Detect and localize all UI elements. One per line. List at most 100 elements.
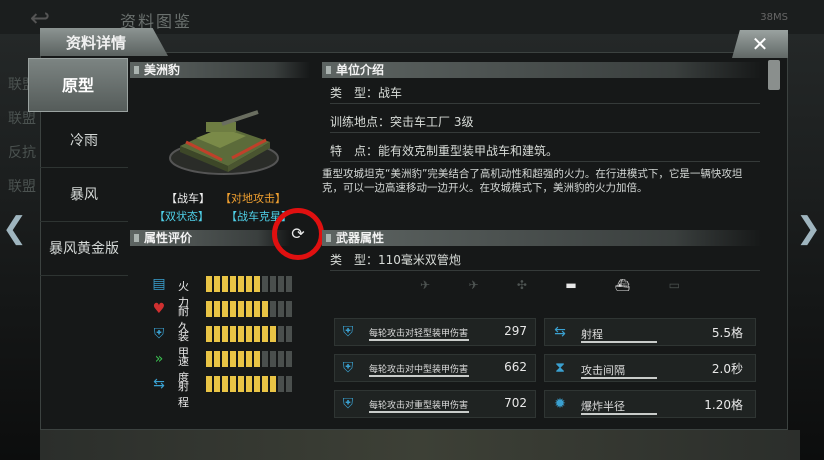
- stat-segment: [246, 326, 252, 342]
- next-arrow-icon[interactable]: ❯: [796, 214, 821, 244]
- damage-value: 297: [504, 324, 527, 338]
- stat-segment: [262, 276, 268, 292]
- stat-segment: [262, 326, 268, 342]
- stat-segment: [206, 301, 212, 317]
- intro-type-value: 战车: [378, 86, 403, 100]
- stat-segment: [214, 351, 220, 367]
- unit-name: 美洲豹: [130, 62, 310, 78]
- stat-bar: [206, 301, 292, 317]
- stat-segment: [238, 351, 244, 367]
- tab-storm[interactable]: 暴风: [40, 168, 128, 222]
- armor-icon: ⛨: [153, 326, 165, 342]
- stat-segment: [230, 376, 236, 392]
- stat-segment: [286, 301, 292, 317]
- damage-value: 702: [504, 396, 527, 410]
- stat-segment: [230, 301, 236, 317]
- weapon-prop-row: ⇆ 射程 5.5格: [544, 318, 756, 346]
- rotate-icon: ⟳: [291, 224, 305, 243]
- weapon-prop-value: 2.0秒: [711, 362, 743, 376]
- stat-segment: [214, 376, 220, 392]
- weapon-type: 类 型：110毫米双管炮: [330, 249, 760, 271]
- label-underline: [581, 341, 657, 343]
- tab-prototype[interactable]: 原型: [28, 58, 128, 112]
- explosion-icon: ✹: [554, 396, 566, 412]
- stat-segment: [270, 326, 276, 342]
- stat-segment: [222, 351, 228, 367]
- range-icon: ⇆: [153, 376, 165, 392]
- stat-segment: [222, 376, 228, 392]
- weapon-type-label: 类 型：: [330, 253, 379, 267]
- target-types: ✈ ✈ ✣ ▬ ⛴ ▭: [420, 278, 680, 294]
- damage-label: 每轮攻击对中型装甲伤害: [369, 365, 469, 375]
- stat-segment: [246, 301, 252, 317]
- stat-segment: [246, 376, 252, 392]
- stat-segment: [238, 301, 244, 317]
- stat-segment: [278, 301, 284, 317]
- latency-status: 38MS: [760, 12, 788, 23]
- unit-tag: 【双状态】: [154, 210, 209, 223]
- tab-cold-rain[interactable]: 冷雨: [40, 114, 128, 168]
- weapon-prop-value: 1.20格: [704, 398, 743, 412]
- rating-header: 属性评价: [130, 230, 290, 246]
- stat-segment: [270, 351, 276, 367]
- aircraft-icon: ✈: [420, 278, 431, 292]
- stat-segment: [286, 326, 292, 342]
- damage-value: 662: [504, 360, 527, 374]
- stat-segment: [206, 351, 212, 367]
- unit-tag: 【对地攻击】: [220, 192, 286, 205]
- jet-icon: ✈: [468, 278, 479, 292]
- range-icon: ⇆: [554, 324, 566, 340]
- stat-bar: [206, 351, 292, 367]
- stat-segment: [214, 301, 220, 317]
- stat-segment: [270, 376, 276, 392]
- variant-tabs: 原型 冷雨 暴风 暴风黄金版: [28, 58, 128, 398]
- stat-bar: [206, 326, 292, 342]
- intro-header: 单位介绍: [322, 62, 762, 78]
- intro-description: 重型攻城坦克“美洲豹”完美结合了高机动性和超强的火力。在行进模式下，它是一辆快攻…: [322, 168, 743, 194]
- intro-type: 类 型：战车: [330, 82, 760, 104]
- weapon-prop-row: ✹ 爆炸半径 1.20格: [544, 390, 756, 418]
- stat-segment: [286, 376, 292, 392]
- armor-damage-icon: ⛨: [342, 396, 354, 412]
- stat-segment: [206, 326, 212, 342]
- unit-tag: 【战车】: [166, 192, 210, 205]
- stat-segment: [222, 276, 228, 292]
- intro-feature-value: 能有效克制重型装甲战车和建筑。: [378, 144, 559, 158]
- background-unit-strip: [40, 430, 800, 460]
- damage-label: 每轮攻击对轻型装甲伤害: [369, 329, 469, 339]
- stat-segment: [254, 301, 260, 317]
- stat-segment: [278, 376, 284, 392]
- back-icon: ↩: [30, 4, 51, 32]
- stat-segment: [262, 301, 268, 317]
- weapon-prop-value: 5.5格: [711, 326, 743, 340]
- label-underline: [581, 377, 657, 379]
- stat-segment: [238, 276, 244, 292]
- stat-segment: [238, 326, 244, 342]
- stat-segment: [214, 326, 220, 342]
- stat-segment: [222, 326, 228, 342]
- stat-segment: [254, 326, 260, 342]
- label-underline: [369, 375, 469, 377]
- intro-training-value: 突击车工厂 3级: [390, 115, 474, 129]
- rotate-model-button[interactable]: ⟳: [272, 208, 324, 260]
- stat-segment: [270, 276, 276, 292]
- weapon-prop-row: ⧗ 攻击间隔 2.0秒: [544, 354, 756, 382]
- helicopter-icon: ✣: [516, 278, 527, 292]
- dialog-title: 资料详情: [40, 28, 168, 56]
- prev-arrow-icon[interactable]: ❮: [2, 214, 27, 244]
- unit-model-image: [169, 110, 279, 175]
- stat-segment: [278, 326, 284, 342]
- tab-storm-gold[interactable]: 暴风黄金版: [40, 222, 128, 276]
- stat-bar: [206, 376, 292, 392]
- stat-segment: [286, 351, 292, 367]
- ship-icon: ⛴: [615, 278, 631, 292]
- intro-type-label: 类 型：: [330, 86, 379, 100]
- damage-label: 每轮攻击对重型装甲伤害: [369, 401, 469, 411]
- weapon-prop-label: 射程: [581, 328, 603, 341]
- stat-segment: [230, 326, 236, 342]
- scrollbar[interactable]: [768, 60, 780, 90]
- damage-row: ⛨ 每轮攻击对中型装甲伤害 662: [334, 354, 536, 382]
- close-button[interactable]: ✕: [732, 30, 788, 58]
- stat-segment: [278, 276, 284, 292]
- intro-feature-label: 特 点：: [330, 144, 379, 158]
